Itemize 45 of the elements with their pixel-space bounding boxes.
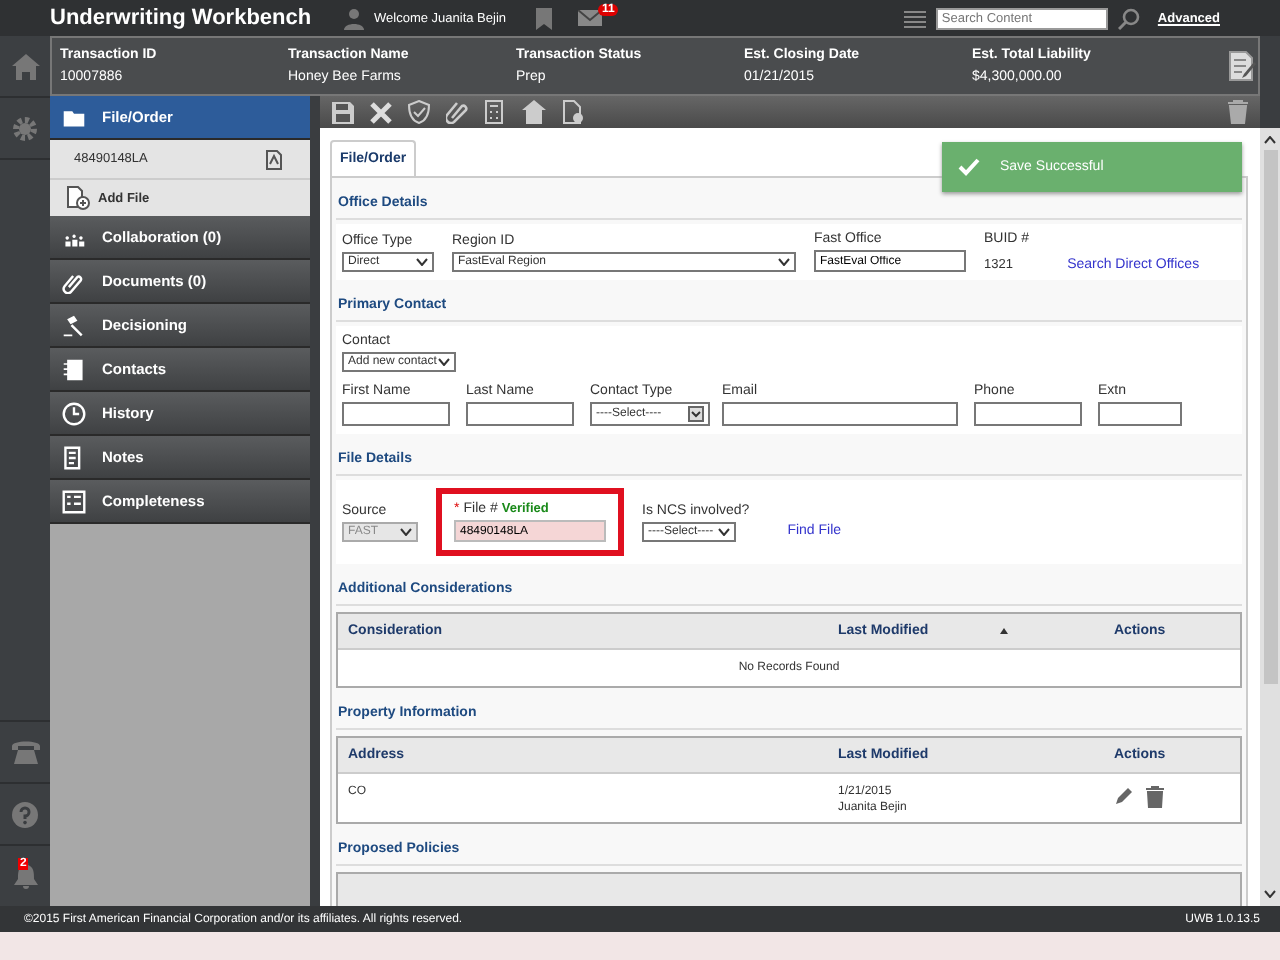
- telephone-icon[interactable]: [11, 740, 39, 764]
- checkmark-icon: [958, 158, 980, 176]
- sort-arrow-icon[interactable]: [1000, 628, 1009, 634]
- document-icon[interactable]: [562, 100, 584, 124]
- close-icon[interactable]: [370, 101, 392, 123]
- help-icon[interactable]: [12, 801, 38, 827]
- edit-icon[interactable]: [1114, 786, 1134, 806]
- home-icon[interactable]: [11, 53, 39, 79]
- text-field[interactable]: [974, 402, 1082, 426]
- list-menu-icon[interactable]: [903, 9, 926, 27]
- app-title: Underwriting Workbench: [50, 6, 314, 30]
- chevron-down-icon: [438, 358, 450, 366]
- bookmark-icon[interactable]: [536, 7, 552, 29]
- save-icon[interactable]: [332, 101, 354, 123]
- chevron-down-icon: [400, 527, 412, 535]
- shield-check-icon[interactable]: [408, 100, 430, 124]
- checklist-icon: [62, 489, 86, 513]
- document-edit-icon[interactable]: [1228, 50, 1256, 82]
- chevron-down-icon: [718, 527, 730, 535]
- folder-icon: [62, 105, 86, 129]
- pdf-document-icon[interactable]: [266, 149, 282, 169]
- text-field[interactable]: [722, 402, 958, 426]
- scroll-down-icon[interactable]: [1264, 890, 1276, 898]
- chevron-down-icon: [416, 258, 428, 266]
- text-field[interactable]: [466, 402, 574, 426]
- settings-icon[interactable]: [12, 115, 38, 141]
- chevron-down-icon: [688, 406, 704, 422]
- notepad-icon: [62, 445, 86, 469]
- text-field[interactable]: [1098, 402, 1182, 426]
- search-icon[interactable]: [1117, 7, 1140, 29]
- address-book-icon: [62, 357, 86, 381]
- user-icon: [344, 7, 364, 29]
- paperclip-icon[interactable]: [446, 100, 468, 124]
- scroll-up-icon[interactable]: [1264, 136, 1276, 144]
- chevron-down-icon: [778, 258, 790, 266]
- calculator-icon[interactable]: [484, 100, 506, 124]
- paperclip-icon: [62, 269, 86, 293]
- trash-icon[interactable]: [1228, 100, 1248, 124]
- scrollbar[interactable]: [1260, 128, 1280, 906]
- text-field[interactable]: [342, 402, 450, 426]
- add-document-icon[interactable]: [66, 186, 90, 210]
- gavel-icon: [62, 313, 86, 337]
- trash-icon[interactable]: [1146, 786, 1164, 808]
- clock-icon: [62, 401, 86, 425]
- mail-icon[interactable]: [578, 10, 602, 26]
